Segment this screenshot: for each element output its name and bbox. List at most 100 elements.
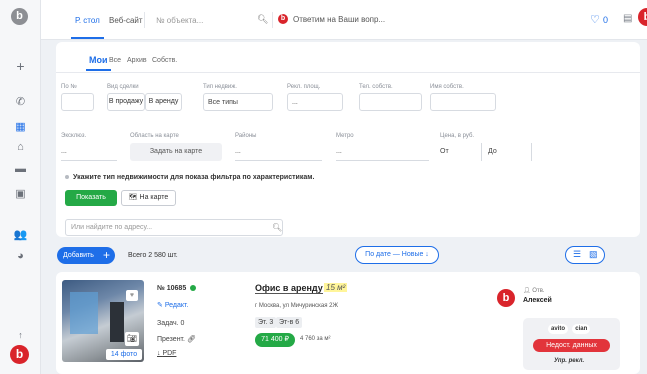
tab-owners[interactable]: Собств. — [152, 57, 177, 64]
owner-name-label: Имя собств. — [430, 84, 464, 90]
plus-icon[interactable]: + — [0, 58, 41, 74]
search-icon[interactable]: 🔍︎ — [257, 14, 268, 25]
listing-card[interactable]: ♥ 📷︎ 14 фото № 10685 ✎ Редакт. Задач. 0 … — [56, 272, 640, 374]
listing-area: 15 м² — [324, 283, 348, 292]
districts-select[interactable]: ... — [235, 143, 322, 161]
owner-phone-input[interactable] — [359, 93, 422, 111]
folder-icon[interactable]: ▬ — [0, 163, 41, 175]
price-per-m2: 4 760 за м² — [300, 336, 331, 342]
photo-door — [110, 302, 124, 342]
address-search-input[interactable]: Или найдите по адресу... — [65, 219, 283, 236]
help-icon: b — [278, 14, 288, 24]
listing-address: г Москва, ул Мичуринская 2Ж — [255, 303, 339, 309]
divider — [144, 12, 145, 28]
listing-photo[interactable]: ♥ 📷︎ 14 фото — [62, 280, 144, 362]
app-logo[interactable]: b — [11, 8, 28, 25]
exclusive-select[interactable]: ... — [61, 143, 117, 161]
camera-icon[interactable]: 📷︎ — [125, 332, 139, 346]
briefcase-icon[interactable]: ▣ — [0, 187, 41, 200]
price-from-input[interactable]: От — [440, 143, 482, 161]
on-map-label: На карте — [139, 194, 169, 201]
total-count: Всего 2 580 шт. — [128, 252, 178, 259]
pdf-link[interactable]: ↓ PDF — [157, 350, 176, 357]
map-area-label: Область на карте — [130, 133, 179, 139]
favorites-count: 0 — [603, 15, 609, 25]
price-label: Цена, в руб. — [440, 133, 475, 139]
rec-area-label: Рекл. площ. — [287, 84, 321, 90]
photo-count[interactable]: 14 фото — [106, 349, 142, 360]
listing-id: № 10685 — [157, 285, 197, 292]
price-badge: 71 400 ₽ — [255, 333, 295, 347]
active-status-dot — [190, 285, 197, 292]
property-type-label: Тип недвиж. — [203, 84, 237, 90]
tab-mine[interactable]: Мои — [86, 55, 111, 71]
divider — [272, 12, 273, 28]
edit-label: Редакт. — [164, 302, 189, 309]
tab-desktop[interactable]: Р. стол — [71, 16, 104, 39]
house-icon[interactable]: ⌂ — [0, 141, 41, 153]
list-view-icon[interactable]: ☰ — [573, 249, 581, 260]
view-toggle: ☰ ▧ — [565, 246, 605, 264]
property-type-select[interactable]: Все типы — [203, 93, 273, 111]
calendar-icon[interactable]: ▤ — [623, 13, 632, 24]
avito-tag[interactable]: avito — [548, 324, 569, 334]
deal-type-label: Вид сделки — [107, 84, 139, 90]
object-search-input[interactable]: № объекта... — [156, 16, 203, 25]
favorite-heart-icon[interactable]: ♥ — [126, 290, 138, 301]
platform-tags: avito cian — [548, 323, 592, 334]
search-icon[interactable]: 🔍︎ — [272, 223, 282, 232]
exclusive-label: Эксклюз. — [61, 133, 87, 139]
districts-label: Районы — [235, 133, 257, 139]
responsible-role: Отв. — [532, 288, 545, 294]
listing-title[interactable]: Офис в аренду — [255, 283, 323, 294]
link-icon: 🔗︎ — [186, 336, 196, 343]
photo-window — [70, 292, 98, 334]
sort-button[interactable]: По дате — Новые ↓ — [355, 246, 439, 264]
users-icon[interactable]: 👥 — [0, 228, 41, 241]
heart-icon[interactable]: ♡ — [590, 13, 600, 26]
edit-link[interactable]: ✎ Редакт. — [157, 301, 188, 309]
cian-tag[interactable]: cian — [572, 324, 591, 334]
owner-name-input[interactable] — [430, 93, 496, 111]
price-to-input[interactable]: До — [488, 143, 532, 161]
sale-button[interactable]: В продажу — [107, 93, 145, 111]
building-icon[interactable]: ▦ — [0, 120, 41, 133]
responsible-name: Алексей — [523, 297, 552, 304]
floor-badge: Эт. 3 — [255, 317, 277, 328]
set-on-map-button[interactable]: Задать на карте — [130, 143, 222, 161]
plus-icon: + — [102, 248, 110, 262]
rec-area-input[interactable]: ... — [287, 93, 343, 111]
tab-website[interactable]: Веб-сайт — [109, 16, 143, 25]
number-input[interactable] — [61, 93, 94, 111]
tab-all[interactable]: Все — [109, 57, 121, 64]
on-map-button[interactable]: 🗺︎ На карте — [121, 190, 176, 206]
floors-total-badge: Эт-в 6 — [276, 317, 303, 328]
filter-panel: Мои Все Архив Собств. По № Вид сделки В … — [56, 42, 640, 237]
ad-management-link[interactable]: Упр. рекл. — [554, 358, 584, 364]
rent-button[interactable]: В аренду — [145, 93, 182, 111]
number-label: По № — [61, 84, 77, 90]
add-label: Добавить — [63, 252, 94, 259]
top-bar: Р. стол Веб-сайт № объекта... 🔍︎ b Ответ… — [41, 0, 647, 40]
profile-avatar[interactable]: b — [638, 8, 647, 26]
publication-box: avito cian Недост. данных Упр. рекл. — [523, 318, 620, 370]
person-icon: 👤︎ — [523, 288, 533, 294]
phone-icon[interactable]: ✆ — [0, 95, 41, 108]
answers-link[interactable]: Ответим на Ваши вопр... — [293, 15, 385, 24]
arrow-up-icon[interactable]: ↑ — [0, 330, 41, 340]
status-badge[interactable]: Недост. данных — [533, 339, 610, 352]
user-avatar[interactable]: b — [10, 345, 29, 364]
show-button[interactable]: Показать — [65, 190, 117, 206]
presentation-link[interactable]: Презент. 🔗︎ — [157, 335, 196, 343]
left-sidebar: b + ✆ ▦ ⌂ ▬ ▣ 👥 ◕ ↑ b — [0, 0, 41, 374]
pie-chart-icon[interactable]: ◕ — [0, 250, 41, 262]
tab-archive[interactable]: Архив — [127, 57, 147, 64]
tasks-link[interactable]: Задач. 0 — [157, 320, 184, 327]
add-button[interactable]: Добавить + — [57, 247, 115, 264]
listing-id-text: № 10685 — [157, 285, 187, 292]
metro-select[interactable]: ... — [336, 143, 429, 161]
map-view-icon[interactable]: ▧ — [589, 249, 598, 260]
metro-label: Метро — [336, 133, 354, 139]
map-icon: 🗺︎ — [128, 194, 140, 201]
pdf-label: PDF — [162, 350, 177, 357]
